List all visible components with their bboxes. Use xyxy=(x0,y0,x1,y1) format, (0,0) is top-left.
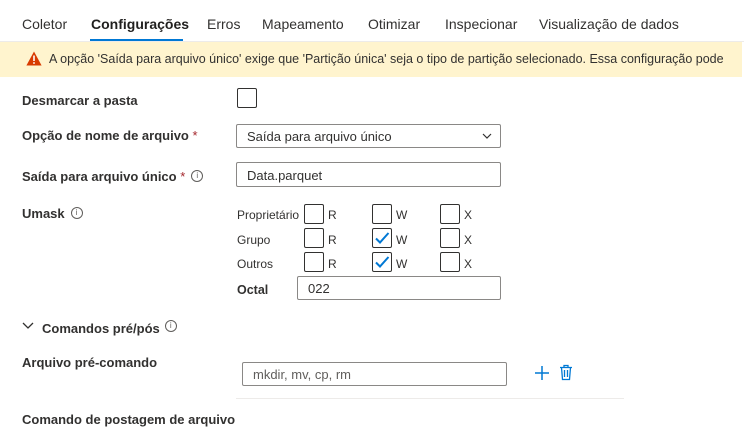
single-file-label-text: Saída para arquivo único xyxy=(22,169,177,184)
tab-inspecionar[interactable]: Inspecionar xyxy=(445,16,517,32)
umask-owner-w-checkbox[interactable] xyxy=(372,204,392,224)
octal-input[interactable]: 022 xyxy=(297,276,501,300)
file-name-option-label: Opção de nome de arquivo * xyxy=(22,128,198,143)
tab-configuracoes[interactable]: Configurações xyxy=(91,16,189,32)
umask-r-label: R xyxy=(328,208,337,222)
umask-x-label: X xyxy=(464,208,473,222)
clear-folder-checkbox[interactable] xyxy=(237,88,257,108)
single-file-label: Saída para arquivo único * i xyxy=(22,169,204,184)
pre-command-input[interactable]: mkdir, mv, cp, rm xyxy=(242,362,507,386)
chevron-down-icon xyxy=(482,133,492,139)
umask-row-group-label: Grupo xyxy=(237,233,271,247)
umask-x-label: X xyxy=(464,257,473,271)
add-icon[interactable] xyxy=(534,365,550,381)
required-marker: * xyxy=(180,169,186,184)
pre-command-label: Arquivo pré-comando xyxy=(22,355,158,370)
umask-owner-r-checkbox[interactable] xyxy=(304,204,324,224)
umask-w-label: W xyxy=(396,257,408,271)
pre-command-placeholder: mkdir, mv, cp, rm xyxy=(253,367,351,382)
info-icon[interactable]: i xyxy=(164,320,177,332)
section-divider xyxy=(236,398,624,399)
chevron-down-icon[interactable] xyxy=(22,322,34,330)
umask-group-x-checkbox[interactable] xyxy=(440,228,460,248)
umask-group-w-checkbox[interactable] xyxy=(372,228,392,248)
single-file-value: Data.parquet xyxy=(247,168,323,183)
umask-owner-x-checkbox[interactable] xyxy=(440,204,460,224)
umask-others-w-checkbox[interactable] xyxy=(372,252,392,272)
file-name-option-dropdown[interactable]: Saída para arquivo único xyxy=(236,124,501,148)
tab-erros[interactable]: Erros xyxy=(207,16,240,32)
umask-r-label: R xyxy=(328,257,337,271)
pre-post-commands-section[interactable]: Comandos pré/pós i xyxy=(42,320,177,336)
umask-others-r-checkbox[interactable] xyxy=(304,252,324,272)
octal-label: Octal xyxy=(237,283,269,297)
umask-group-r-checkbox[interactable] xyxy=(304,228,324,248)
umask-x-label: X xyxy=(464,233,473,247)
file-name-option-value: Saída para arquivo único xyxy=(247,129,392,144)
octal-value: 022 xyxy=(308,281,330,296)
warning-banner: A opção 'Saída para arquivo único' exige… xyxy=(0,42,744,77)
umask-row-owner-label: Proprietário xyxy=(237,208,300,222)
tab-visualizacao-de-dados[interactable]: Visualização de dados xyxy=(539,16,679,32)
warning-icon xyxy=(26,51,42,66)
tab-mapeamento[interactable]: Mapeamento xyxy=(262,16,344,32)
checkmark-icon xyxy=(375,232,390,244)
umask-others-x-checkbox[interactable] xyxy=(440,252,460,272)
checkmark-icon xyxy=(375,256,390,268)
umask-row-others-label: Outros xyxy=(237,257,274,271)
file-name-option-label-text: Opção de nome de arquivo xyxy=(22,128,189,143)
delete-icon[interactable] xyxy=(558,364,574,381)
pre-post-commands-label: Comandos pré/pós xyxy=(42,321,160,336)
info-icon[interactable]: i xyxy=(191,170,204,182)
umask-r-label: R xyxy=(328,233,337,247)
info-icon[interactable]: i xyxy=(70,207,83,219)
umask-w-label: W xyxy=(396,233,408,247)
umask-label-text: Umask xyxy=(22,206,65,221)
umask-label: Umask i xyxy=(22,206,83,221)
umask-w-label: W xyxy=(396,208,408,222)
post-command-label: Comando de postagem de arquivo xyxy=(22,412,236,427)
required-marker: * xyxy=(192,128,198,143)
single-file-input[interactable]: Data.parquet xyxy=(236,162,501,187)
tab-otimizar[interactable]: Otimizar xyxy=(368,16,420,32)
warning-text: A opção 'Saída para arquivo único' exige… xyxy=(49,52,724,66)
clear-folder-label: Desmarcar a pasta xyxy=(22,93,138,108)
tab-coletor[interactable]: Coletor xyxy=(22,16,67,32)
